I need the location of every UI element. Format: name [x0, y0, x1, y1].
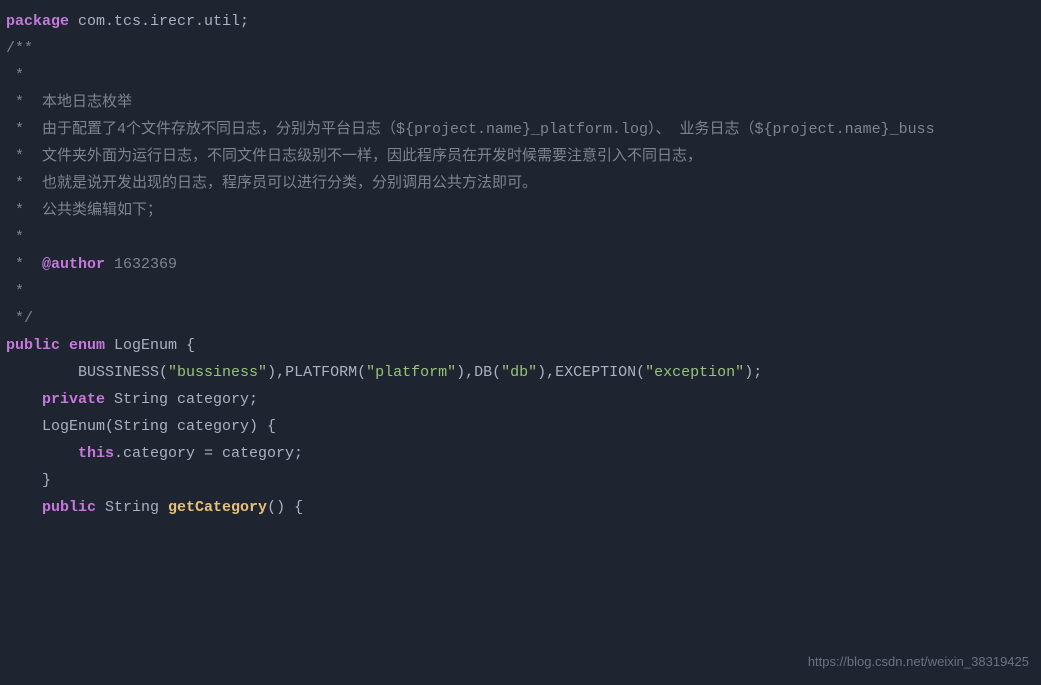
- keyword-public: public: [42, 499, 96, 516]
- enum-constant: BUSSINESS(: [6, 364, 168, 381]
- field-rest: String category;: [105, 391, 258, 408]
- keyword-public: public: [6, 337, 60, 354]
- watermark-text: https://blog.csdn.net/weixin_38319425: [808, 650, 1029, 673]
- comment-line: * 文件夹外面为运行日志，不同文件日志级别不一样，因此程序员在开发时候需要注意引…: [6, 143, 1035, 170]
- method-name: getCategory: [168, 499, 267, 516]
- string-literal: "bussiness": [168, 364, 267, 381]
- comment-line: * 也就是说开发出现的日志，程序员可以进行分类，分别调用公共方法即可。: [6, 170, 1035, 197]
- author-tag: @author: [42, 256, 105, 273]
- enum-constants: BUSSINESS("bussiness"),PLATFORM("platfor…: [6, 359, 1035, 386]
- comment-end: */: [6, 305, 1035, 332]
- keyword-this: this: [78, 445, 114, 462]
- comment-prefix: *: [6, 256, 42, 273]
- method-declaration: public String getCategory() {: [6, 494, 1035, 521]
- indent: [6, 391, 42, 408]
- constructor-declaration: LogEnum(String category) {: [6, 413, 1035, 440]
- code-editor-panel: package com.tcs.irecr.util; /** * * 本地日志…: [6, 8, 1035, 521]
- assignment-line: this.category = category;: [6, 440, 1035, 467]
- keyword-enum: enum: [60, 337, 105, 354]
- method-params: () {: [267, 499, 303, 516]
- close-brace: }: [6, 467, 1035, 494]
- indent: [6, 499, 42, 516]
- assignment-rest: .category = category;: [114, 445, 303, 462]
- keyword-private: private: [42, 391, 105, 408]
- line-end: );: [744, 364, 762, 381]
- keyword-package: package: [6, 13, 69, 30]
- enum-constant: ),PLATFORM(: [267, 364, 366, 381]
- package-path: com.tcs.irecr.util;: [69, 13, 249, 30]
- indent: [6, 445, 78, 462]
- comment-line: *: [6, 62, 1035, 89]
- code-line: package com.tcs.irecr.util;: [6, 8, 1035, 35]
- comment-line: *: [6, 224, 1035, 251]
- author-value: 1632369: [105, 256, 177, 273]
- string-literal: "exception": [645, 364, 744, 381]
- field-declaration: private String category;: [6, 386, 1035, 413]
- comment-line: *: [6, 278, 1035, 305]
- enum-constant: ),DB(: [456, 364, 501, 381]
- enum-constant: ),EXCEPTION(: [537, 364, 645, 381]
- comment-line: * 公共类编辑如下；: [6, 197, 1035, 224]
- string-literal: "db": [501, 364, 537, 381]
- enum-name: LogEnum {: [105, 337, 195, 354]
- comment-line: * 由于配置了4个文件存放不同日志，分别为平台日志（${project.name…: [6, 116, 1035, 143]
- comment-line: * 本地日志枚举: [6, 89, 1035, 116]
- string-literal: "platform": [366, 364, 456, 381]
- comment-start: /**: [6, 35, 1035, 62]
- comment-author-line: * @author 1632369: [6, 251, 1035, 278]
- enum-declaration: public enum LogEnum {: [6, 332, 1035, 359]
- return-type: String: [96, 499, 168, 516]
